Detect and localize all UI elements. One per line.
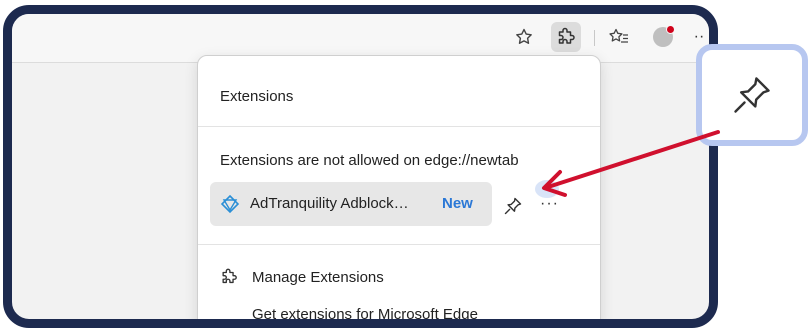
pin-icon [504, 197, 522, 215]
extension-item-adtranquility[interactable]: AdTranquility Adblock… New [210, 182, 492, 226]
manage-extensions-label: Manage Extensions [252, 268, 384, 286]
pin-callout [696, 44, 808, 146]
extension-name: AdTranquility Adblock… [250, 195, 409, 212]
favorites-list-icon [609, 28, 628, 43]
extensions-not-allowed-notice: Extensions are not allowed on edge://new… [220, 152, 519, 169]
pin-icon [734, 77, 770, 113]
favorites-button[interactable] [604, 22, 634, 52]
manage-extensions-item[interactable]: Manage Extensions [220, 268, 384, 286]
pin-extension-button[interactable] [500, 193, 526, 219]
divider [198, 126, 600, 127]
notification-dot [666, 25, 675, 34]
toolbar-separator [594, 30, 595, 46]
get-extensions-link[interactable]: Get extensions for Microsoft Edge [252, 306, 478, 319]
extension-more-button[interactable]: ··· [540, 195, 559, 213]
extensions-panel: Extensions Extensions are not allowed on… [197, 55, 601, 319]
puzzle-icon [558, 27, 575, 44]
favorite-star-button[interactable] [509, 22, 539, 52]
avatar [653, 25, 675, 47]
browser-window: ·· Extensions Extensions are not allowed… [3, 5, 718, 328]
profile-button[interactable] [648, 22, 678, 52]
puzzle-icon [222, 268, 237, 284]
adtranquility-logo-icon [220, 194, 240, 214]
panel-title: Extensions [220, 88, 294, 105]
divider [198, 244, 600, 245]
new-badge: New [442, 195, 473, 212]
star-icon [516, 28, 532, 44]
extensions-button[interactable] [551, 22, 581, 52]
